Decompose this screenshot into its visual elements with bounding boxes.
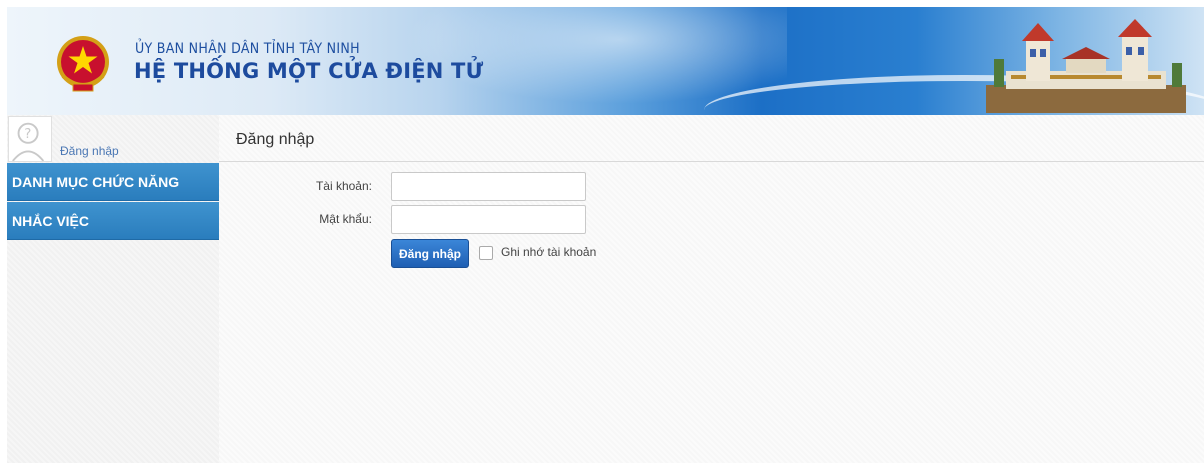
sidebar-item-reminders[interactable]: NHẮC VIỆC bbox=[7, 202, 219, 240]
user-row: ? Đăng nhập bbox=[7, 115, 219, 163]
header-banner: ỦY BAN NHÂN DÂN TỈNH TÂY NINH HỆ THỐNG M… bbox=[7, 7, 1204, 115]
login-button[interactable]: Đăng nhập bbox=[391, 239, 469, 268]
title-divider bbox=[219, 161, 1204, 162]
user-avatar-icon: ? bbox=[8, 116, 52, 162]
remember-account-checkbox[interactable] bbox=[479, 246, 493, 260]
sidebar-login-link[interactable]: Đăng nhập bbox=[60, 144, 119, 158]
main-content: Đăng nhập Tài khoản: Mật khẩu: Đăng nhập… bbox=[219, 115, 1204, 463]
sidebar: ? Đăng nhập DANH MỤC CHỨC NĂNG NHẮC VIỆC bbox=[7, 115, 219, 463]
org-name: ỦY BAN NHÂN DÂN TỈNH TÂY NINH bbox=[135, 41, 360, 57]
password-input[interactable] bbox=[391, 205, 586, 234]
sidebar-item-function-catalog[interactable]: DANH MỤC CHỨC NĂNG bbox=[7, 163, 219, 201]
system-title: HỆ THỐNG MỘT CỬA ĐIỆN TỬ bbox=[134, 59, 484, 83]
svg-text:?: ? bbox=[24, 127, 31, 142]
temple-photo-icon bbox=[986, 19, 1186, 113]
page-title: Đăng nhập bbox=[236, 131, 315, 148]
username-input[interactable] bbox=[391, 172, 586, 201]
remember-account-label[interactable]: Ghi nhớ tài khoản bbox=[501, 245, 596, 259]
password-label: Mật khẩu: bbox=[319, 212, 372, 226]
national-emblem-icon bbox=[57, 36, 109, 92]
username-label: Tài khoản: bbox=[315, 179, 372, 193]
